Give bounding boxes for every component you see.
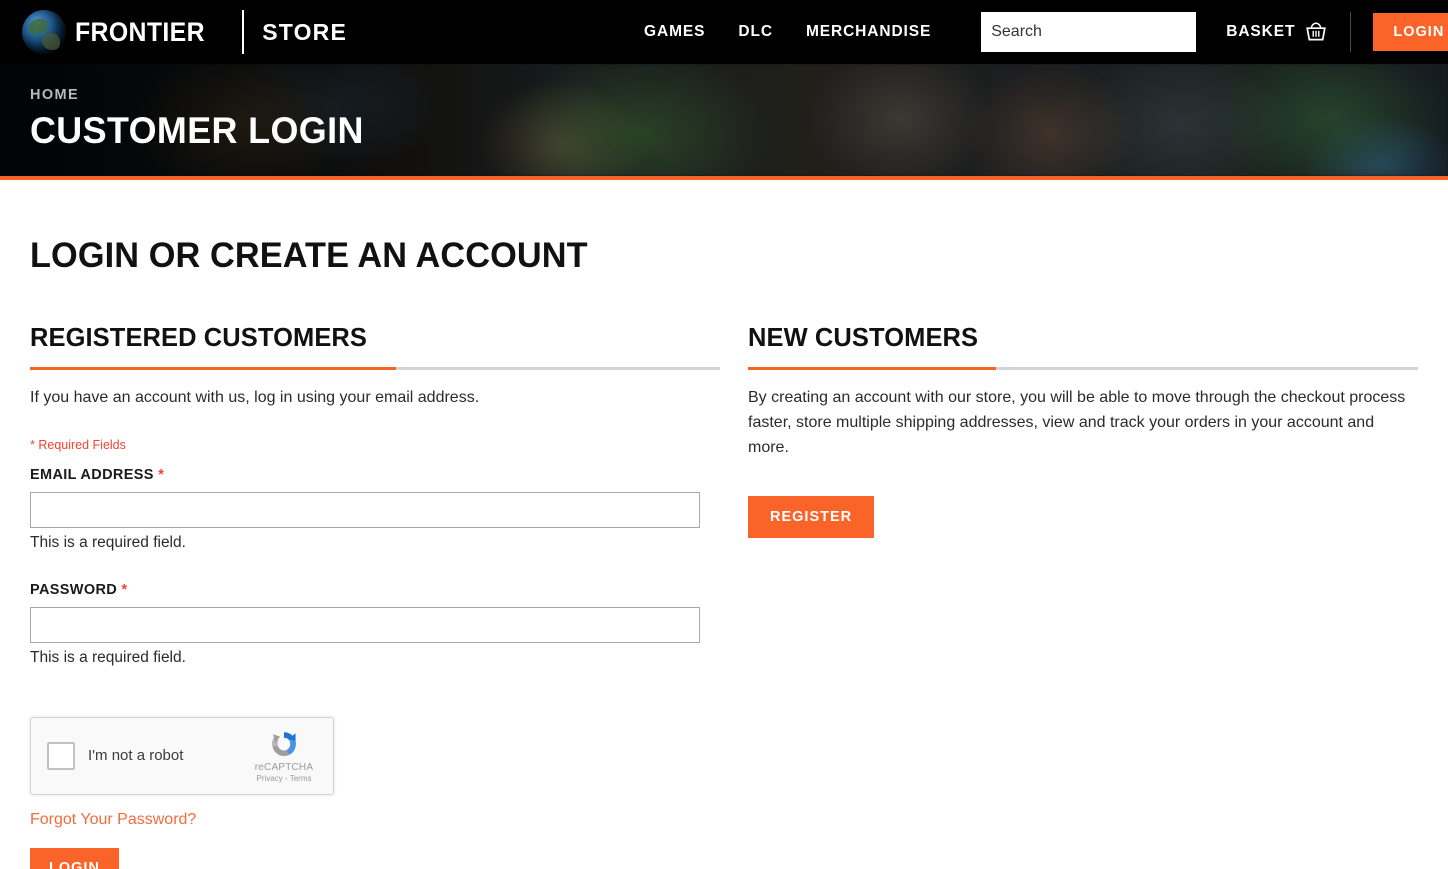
login-columns: REGISTERED CUSTOMERS If you have an acco… — [30, 322, 1418, 869]
password-required-asterisk: * — [121, 581, 128, 598]
header-divider — [1350, 12, 1352, 52]
recaptcha-brand-name: reCAPTCHA — [254, 761, 314, 773]
new-customers-body: By creating an account with our store, y… — [748, 389, 1406, 456]
password-field-label: PASSWORD * — [30, 582, 720, 598]
forgot-password-link[interactable]: Forgot Your Password? — [30, 811, 196, 829]
email-field-label: EMAIL ADDRESS * — [30, 467, 720, 483]
basket-button[interactable]: BASKET — [1226, 20, 1328, 44]
brand-divider — [242, 10, 245, 54]
basket-icon — [1306, 22, 1327, 41]
register-button[interactable]: REGISTER — [748, 496, 875, 539]
recaptcha-icon — [272, 731, 296, 756]
header-login-button[interactable]: LOGIN — [1373, 13, 1448, 51]
email-field-group: EMAIL ADDRESS * This is a required field… — [30, 467, 720, 552]
globe-icon — [22, 10, 66, 54]
page-banner-title: CUSTOMER LOGIN — [30, 110, 364, 151]
registered-customers-section: REGISTERED CUSTOMERS If you have an acco… — [30, 322, 720, 869]
recaptcha-terms-links[interactable]: Privacy - Terms — [246, 774, 322, 783]
registered-title-underline — [30, 367, 720, 370]
recaptcha-widget[interactable]: I'm not a robot reCAPTCHA Privacy - Term… — [30, 716, 334, 795]
search-input[interactable] — [981, 12, 1197, 52]
search-container — [981, 12, 1197, 52]
recaptcha-branding: reCAPTCHA Privacy - Terms — [246, 727, 322, 783]
nav-item-dlc[interactable]: DLC — [738, 23, 773, 41]
nav-item-merchandise[interactable]: MERCHANDISE — [806, 23, 931, 41]
main-navigation: GAMES DLC MERCHANDISE — [644, 12, 1197, 52]
brand-logo[interactable]: FRONTIER STORE — [22, 10, 347, 54]
registered-customers-lead: If you have an account with us, log in u… — [30, 389, 480, 406]
required-fields-note: * Required Fields — [30, 437, 126, 452]
brand-name: FRONTIER — [75, 16, 205, 47]
email-input[interactable] — [30, 491, 700, 528]
page-title: LOGIN OR CREATE AN ACCOUNT — [30, 236, 588, 275]
header-actions: BASKET LOGIN — [1226, 12, 1448, 52]
new-customers-title-underline — [748, 367, 1418, 370]
page-banner: HOME CUSTOMER LOGIN — [0, 64, 1448, 180]
brand-store-label: STORE — [262, 18, 348, 45]
breadcrumb-home[interactable]: HOME — [30, 87, 79, 103]
banner-content: HOME CUSTOMER LOGIN — [0, 64, 1448, 152]
email-required-asterisk: * — [158, 466, 165, 483]
registered-customers-title: REGISTERED CUSTOMERS — [30, 322, 368, 352]
nav-item-games[interactable]: GAMES — [644, 23, 705, 41]
password-error-message: This is a required field. — [30, 648, 186, 666]
new-customers-section: NEW CUSTOMERS By creating an account wit… — [748, 322, 1418, 869]
login-submit-button[interactable]: LOGIN — [30, 847, 119, 869]
password-input[interactable] — [30, 606, 700, 643]
email-error-message: This is a required field. — [30, 533, 186, 551]
password-field-group: PASSWORD * This is a required field. — [30, 582, 720, 667]
email-label-text: EMAIL ADDRESS — [30, 466, 154, 483]
password-label-text: PASSWORD — [30, 581, 118, 598]
recaptcha-checkbox[interactable] — [47, 741, 75, 770]
recaptcha-label: I'm not a robot — [88, 747, 184, 765]
site-header: FRONTIER STORE GAMES DLC MERCHANDISE BAS… — [0, 0, 1448, 64]
main-content: LOGIN OR CREATE AN ACCOUNT REGISTERED CU… — [0, 236, 1448, 869]
basket-label: BASKET — [1226, 23, 1296, 40]
new-customers-title: NEW CUSTOMERS — [748, 322, 979, 352]
